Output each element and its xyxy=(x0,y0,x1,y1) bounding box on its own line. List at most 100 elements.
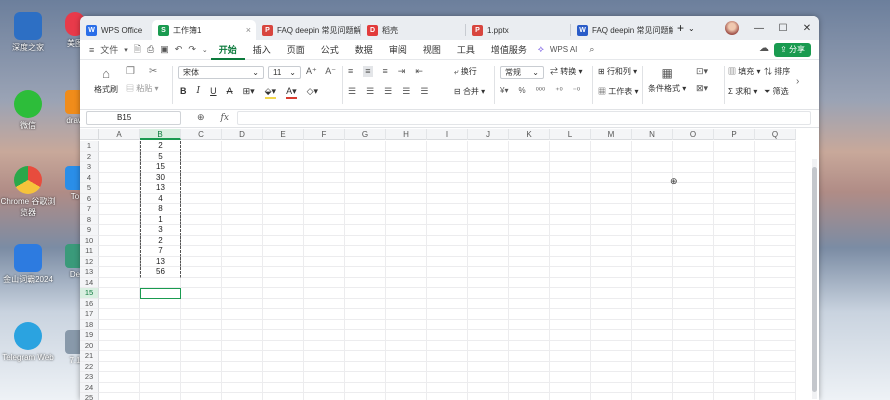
cell-k11[interactable] xyxy=(509,246,550,257)
cell-g6[interactable] xyxy=(345,193,386,204)
cell-i1[interactable] xyxy=(427,141,468,152)
cell-i13[interactable] xyxy=(427,267,468,278)
cell-o23[interactable] xyxy=(673,372,714,383)
desktop-icon-telegram[interactable]: Telegram Web xyxy=(0,322,56,363)
cell-k19[interactable] xyxy=(509,330,550,341)
row-header[interactable]: 21 xyxy=(80,351,99,362)
row-header[interactable]: 13 xyxy=(80,267,99,278)
cell-q15[interactable] xyxy=(755,288,796,299)
cell-f8[interactable] xyxy=(304,214,345,225)
cell-d22[interactable] xyxy=(222,361,263,372)
cell-c22[interactable] xyxy=(181,361,222,372)
row-header[interactable]: 18 xyxy=(80,319,99,330)
cell-l10[interactable] xyxy=(550,235,591,246)
cell-i16[interactable] xyxy=(427,298,468,309)
cell-h12[interactable] xyxy=(386,256,427,267)
cell-c19[interactable] xyxy=(181,330,222,341)
cell-m20[interactable] xyxy=(591,340,632,351)
tab-tools[interactable]: 工具 xyxy=(449,40,483,60)
column-header-k[interactable]: K xyxy=(509,129,550,140)
cell-d8[interactable] xyxy=(222,214,263,225)
cell-i8[interactable] xyxy=(427,214,468,225)
cell-j11[interactable] xyxy=(468,246,509,257)
row-header[interactable]: 7 xyxy=(80,204,99,215)
cell-q4[interactable] xyxy=(755,172,796,183)
cell-b23[interactable] xyxy=(140,372,181,383)
cell-j7[interactable] xyxy=(468,204,509,215)
cell-k25[interactable] xyxy=(509,393,550,400)
cell-j15[interactable] xyxy=(468,288,509,299)
cell-q14[interactable] xyxy=(755,277,796,288)
increase-decimal-icon[interactable]: ⁺⁰ xyxy=(555,86,562,95)
cell-g13[interactable] xyxy=(345,267,386,278)
cell-q12[interactable] xyxy=(755,256,796,267)
cell-e4[interactable] xyxy=(263,172,304,183)
cell-n17[interactable] xyxy=(632,309,673,320)
cell-p21[interactable] xyxy=(714,351,755,362)
cell-c8[interactable] xyxy=(181,214,222,225)
cell-e24[interactable] xyxy=(263,382,304,393)
copy-icon[interactable]: ❐ xyxy=(126,66,135,77)
cell-d3[interactable] xyxy=(222,162,263,173)
cell-n20[interactable] xyxy=(632,340,673,351)
cell-j22[interactable] xyxy=(468,361,509,372)
cell-f5[interactable] xyxy=(304,183,345,194)
cell-h19[interactable] xyxy=(386,330,427,341)
cell-k6[interactable] xyxy=(509,193,550,204)
row-header[interactable]: 8 xyxy=(80,214,99,225)
cell-c6[interactable] xyxy=(181,193,222,204)
cell-d1[interactable] xyxy=(222,141,263,152)
cell-m1[interactable] xyxy=(591,141,632,152)
cell-a12[interactable] xyxy=(99,256,140,267)
distribute-icon[interactable]: ☰ xyxy=(420,86,428,97)
cell-n21[interactable] xyxy=(632,351,673,362)
tab-daoke[interactable]: D 稻壳 xyxy=(361,20,465,40)
decrease-font-icon[interactable]: A⁻ xyxy=(325,66,336,76)
spreadsheet-grid[interactable]: ABCDEFGHIJKLMNOPQ 1 2 2 5 3 15 4 30 5 13 6 4 7 8 8 1 9 3 1… xyxy=(80,129,810,400)
row-col-button[interactable]: ⊞ 行和列 ▾ xyxy=(598,66,637,77)
cell-e10[interactable] xyxy=(263,235,304,246)
cell-b17[interactable] xyxy=(140,309,181,320)
cell-q2[interactable] xyxy=(755,151,796,162)
cell-g15[interactable] xyxy=(345,288,386,299)
cell-j12[interactable] xyxy=(468,256,509,267)
cell-b20[interactable] xyxy=(140,340,181,351)
table-style-icon[interactable]: ⊠▾ xyxy=(696,83,708,94)
cell-e16[interactable] xyxy=(263,298,304,309)
cell-j21[interactable] xyxy=(468,351,509,362)
row-header[interactable]: 12 xyxy=(80,256,99,267)
cell-p1[interactable] xyxy=(714,141,755,152)
column-header-l[interactable]: L xyxy=(550,129,591,140)
cell-l1[interactable] xyxy=(550,141,591,152)
cell-d20[interactable] xyxy=(222,340,263,351)
cell-q10[interactable] xyxy=(755,235,796,246)
cell-f17[interactable] xyxy=(304,309,345,320)
cell-b2[interactable]: 5 xyxy=(140,151,181,162)
cell-g10[interactable] xyxy=(345,235,386,246)
outdent-icon[interactable]: ⇤ xyxy=(415,66,423,77)
cell-o21[interactable] xyxy=(673,351,714,362)
cell-j19[interactable] xyxy=(468,330,509,341)
maximize-icon[interactable]: ☐ xyxy=(771,23,795,34)
cell-q9[interactable] xyxy=(755,225,796,236)
cell-f7[interactable] xyxy=(304,204,345,215)
cell-p25[interactable] xyxy=(714,393,755,400)
cell-i22[interactable] xyxy=(427,361,468,372)
fx-icon[interactable]: fx xyxy=(221,112,229,123)
cell-c13[interactable] xyxy=(181,267,222,278)
cell-g16[interactable] xyxy=(345,298,386,309)
cell-q8[interactable] xyxy=(755,214,796,225)
chevron-down-icon[interactable]: ⌄ xyxy=(199,46,211,54)
row-header[interactable]: 22 xyxy=(80,361,99,372)
cell-n10[interactable] xyxy=(632,235,673,246)
cell-p8[interactable] xyxy=(714,214,755,225)
cell-m15[interactable] xyxy=(591,288,632,299)
cell-g8[interactable] xyxy=(345,214,386,225)
cell-h21[interactable] xyxy=(386,351,427,362)
cell-o19[interactable] xyxy=(673,330,714,341)
cell-c10[interactable] xyxy=(181,235,222,246)
cell-m21[interactable] xyxy=(591,351,632,362)
cell-o17[interactable] xyxy=(673,309,714,320)
cell-i7[interactable] xyxy=(427,204,468,215)
cell-k8[interactable] xyxy=(509,214,550,225)
